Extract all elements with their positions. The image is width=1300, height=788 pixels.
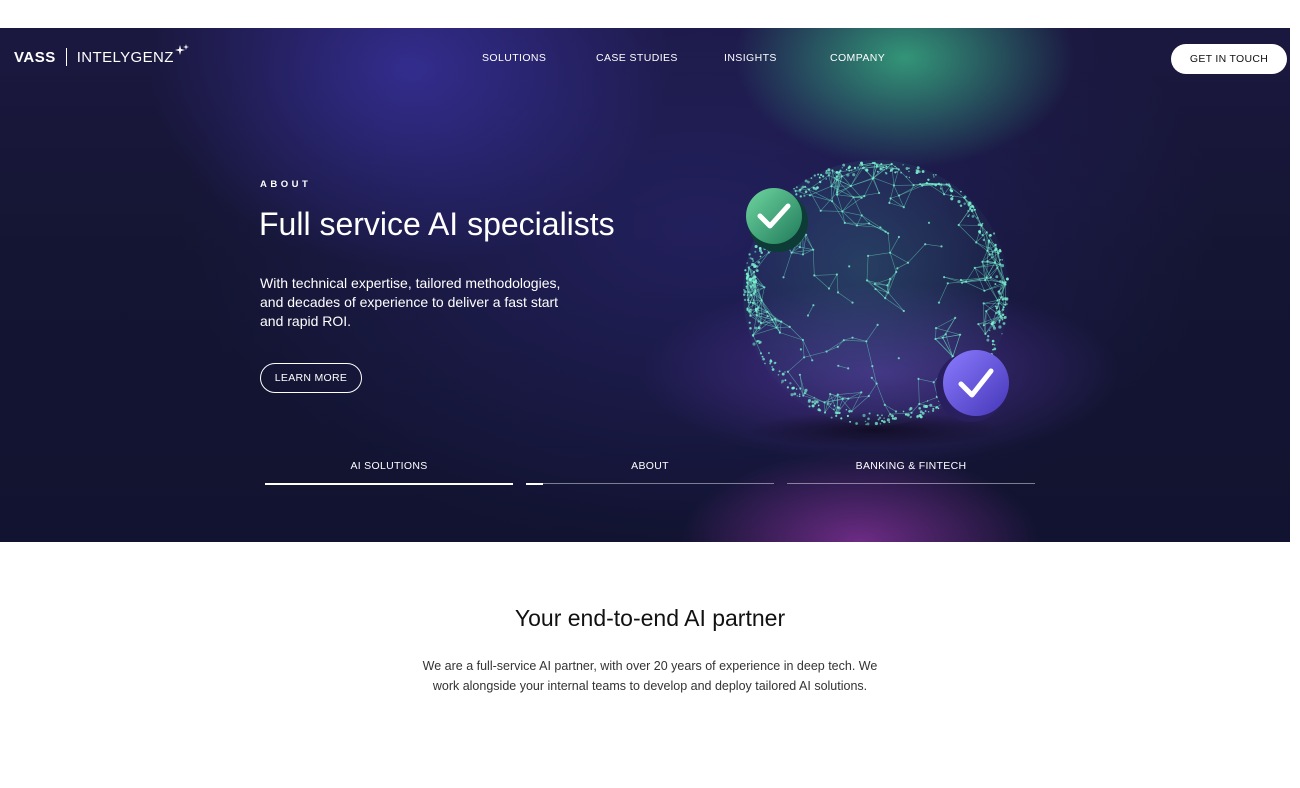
nav-item-insights[interactable]: INSIGHTS <box>724 52 777 64</box>
tab-progress <box>265 483 513 485</box>
network-globe-illustration <box>742 160 1009 448</box>
hero-section: VASS INTELYGENZ SOLUTIONS CASE STUDIES I… <box>0 28 1290 542</box>
logo[interactable]: VASS INTELYGENZ <box>14 44 189 68</box>
logo-product: INTELYGENZ <box>76 48 174 66</box>
section-heading: Your end-to-end AI partner <box>514 605 786 631</box>
tab-label: AI SOLUTIONS <box>350 460 428 472</box>
nav-item-company[interactable]: COMPANY <box>830 52 885 64</box>
section-body: We are a full-service AI partner, with o… <box>422 659 878 693</box>
sparkle-icon <box>174 44 189 55</box>
tab-progress <box>526 483 544 485</box>
get-in-touch-button[interactable]: GET IN TOUCH <box>1171 44 1287 74</box>
tab-about[interactable]: ABOUT <box>526 460 774 485</box>
hero-description: With technical expertise, tailored metho… <box>260 275 561 329</box>
hero-eyebrow: ABOUT <box>260 179 312 190</box>
tab-label: BANKING & FINTECH <box>855 460 967 472</box>
learn-more-button[interactable]: LEARN MORE <box>260 363 362 393</box>
tab-ai-solutions[interactable]: AI SOLUTIONS <box>265 460 513 485</box>
hero-tabs: AI SOLUTIONS ABOUT BANKING & FINTECH <box>0 460 1290 486</box>
hero-title: Full service AI specialists <box>259 206 615 242</box>
nav-item-case-studies[interactable]: CASE STUDIES <box>596 52 678 64</box>
logo-divider <box>65 48 67 66</box>
logo-brand: VASS <box>14 48 56 66</box>
tab-banking-fintech[interactable]: BANKING & FINTECH <box>787 460 1035 484</box>
tab-label: ABOUT <box>631 460 669 472</box>
nav-item-solutions[interactable]: SOLUTIONS <box>482 52 546 64</box>
